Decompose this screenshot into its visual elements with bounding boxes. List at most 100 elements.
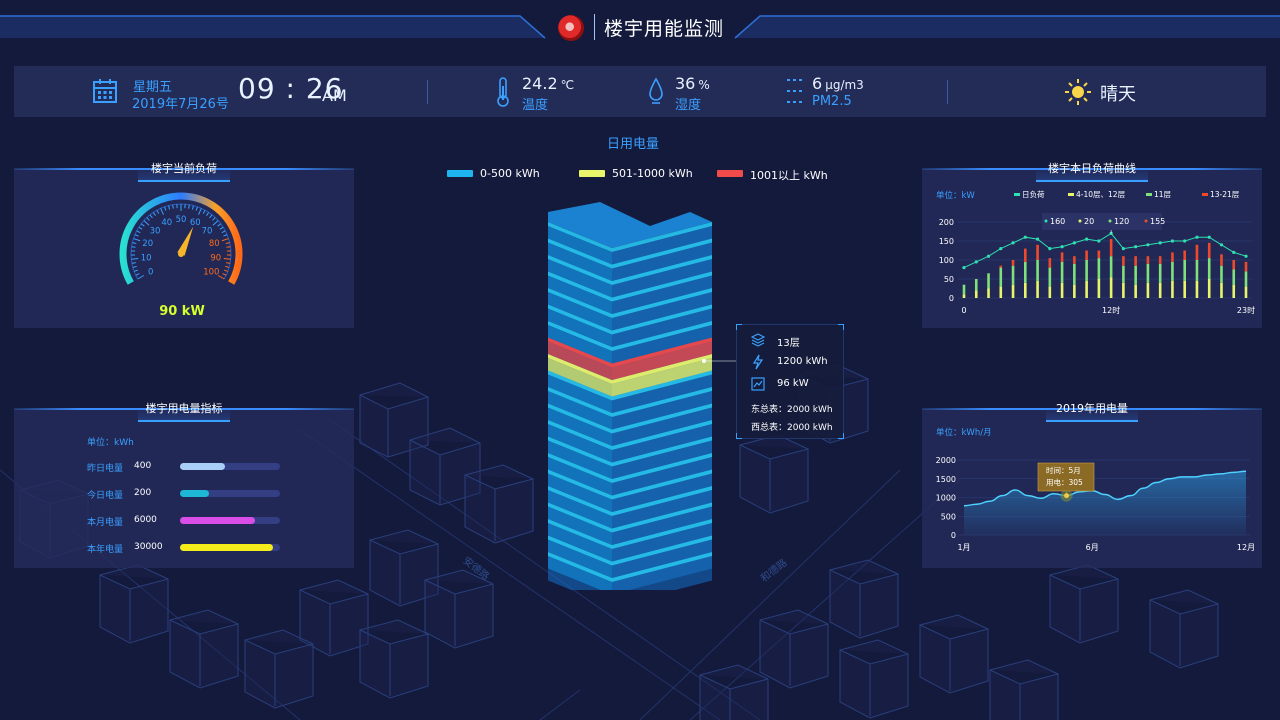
annual-y-tick: 1000 bbox=[936, 494, 956, 503]
daily-curve-unit: 单位：kW bbox=[936, 190, 975, 201]
daily-load-point bbox=[1085, 237, 1089, 241]
daily-bar-segment bbox=[1073, 284, 1076, 298]
indicator-value: 200 bbox=[134, 488, 152, 498]
daily-bar-segment bbox=[1011, 260, 1015, 266]
daily-bar-segment bbox=[1158, 282, 1162, 298]
gauge-tick bbox=[168, 205, 171, 210]
indicator-value: 400 bbox=[134, 461, 152, 471]
temperature-label: 温度 bbox=[522, 98, 549, 113]
annual-y-tick: 1500 bbox=[936, 475, 956, 484]
annual-usage-title: 2019年用电量 bbox=[1056, 402, 1128, 415]
daily-bar-segment bbox=[987, 288, 990, 298]
gauge-tick bbox=[209, 214, 213, 219]
annual-x-tick: 1月 bbox=[957, 543, 970, 552]
annual-x-tick: 6月 bbox=[1086, 543, 1099, 552]
indicator-bar-track bbox=[180, 463, 280, 470]
daily-bar-segment bbox=[1146, 256, 1150, 264]
gauge-tick-label: 100 bbox=[203, 268, 219, 278]
daily-tooltip-value: 20 bbox=[1084, 217, 1094, 226]
gauge-tick bbox=[160, 208, 164, 215]
daily-bar-segment bbox=[1024, 248, 1027, 262]
indicator-value: 6000 bbox=[134, 515, 157, 525]
pm25-icon bbox=[787, 79, 805, 103]
daily-y-tick: 0 bbox=[949, 294, 954, 303]
daily-load-point bbox=[1134, 245, 1138, 249]
temperature-number: 24.2 bbox=[522, 74, 558, 93]
brand-logo-icon bbox=[558, 15, 584, 41]
daily-bar-segment bbox=[962, 284, 966, 295]
tooltip-corner bbox=[736, 324, 742, 330]
pm25-label: PM2.5 bbox=[812, 94, 852, 109]
temperature-value: 24.2 ℃ bbox=[522, 74, 574, 93]
gauge-tick bbox=[172, 204, 174, 209]
header-divider bbox=[594, 14, 595, 40]
daily-load-point bbox=[1121, 247, 1125, 251]
daily-load-point bbox=[1207, 235, 1211, 239]
daily-y-tick: 200 bbox=[939, 218, 954, 227]
daily-bar-segment bbox=[987, 273, 990, 289]
daily-bar-segment bbox=[1122, 256, 1125, 266]
daily-load-point bbox=[1146, 243, 1150, 247]
gauge-tick bbox=[132, 265, 137, 268]
daily-bar-segment bbox=[974, 290, 978, 298]
gauge-tick bbox=[134, 234, 139, 237]
legend-swatch bbox=[447, 170, 473, 177]
gauge-tick bbox=[195, 206, 198, 211]
daily-bar-segment bbox=[1122, 282, 1125, 298]
daily-bar-segment bbox=[999, 267, 1003, 287]
calendar-icon bbox=[93, 79, 117, 103]
daily-legend-label: 日负荷 bbox=[1022, 189, 1045, 199]
tooltip-corner bbox=[838, 324, 844, 330]
daily-bar-segment bbox=[1183, 260, 1186, 281]
daily-load-point bbox=[1183, 239, 1187, 243]
gauge-tick bbox=[137, 275, 145, 280]
gauge-needle bbox=[177, 226, 194, 256]
gauge-tick bbox=[217, 223, 222, 227]
gauge-tick-label: 70 bbox=[202, 227, 213, 237]
humidity-value: 36% bbox=[675, 74, 710, 93]
gauge-tick bbox=[149, 214, 153, 219]
annual-y-tick: 500 bbox=[941, 512, 956, 521]
gauge-tick bbox=[223, 269, 229, 272]
tooltip-west-meter: 西总表：2000 kWh bbox=[751, 423, 833, 433]
daily-legend-label: 11层 bbox=[1154, 190, 1172, 199]
daily-bar-segment bbox=[1195, 244, 1199, 260]
date-label: 2019年7月26号 bbox=[132, 97, 229, 112]
indicators-title: 楼宇用电量指标 bbox=[145, 402, 223, 415]
daily-tooltip-dot bbox=[1078, 219, 1082, 223]
gauge-tick-label: 20 bbox=[142, 239, 153, 249]
gauge-tick bbox=[131, 246, 136, 248]
clock-ampm: AM bbox=[322, 86, 347, 105]
gauge-tick-label: 10 bbox=[141, 254, 152, 264]
indicator-bar-fill bbox=[180, 544, 273, 551]
indicator-bar-track bbox=[180, 490, 280, 497]
tooltip-leader-line bbox=[702, 359, 736, 363]
daily-bar-segment bbox=[1171, 261, 1174, 281]
gauge-tick bbox=[212, 220, 219, 226]
daily-bar-segment bbox=[1171, 280, 1174, 298]
daily-bar-segment bbox=[1195, 280, 1199, 298]
indicator-value: 30000 bbox=[134, 542, 163, 552]
gauge-tick bbox=[133, 269, 139, 272]
daily-bar-segment bbox=[1232, 284, 1236, 298]
annual-y-tick: 2000 bbox=[936, 456, 956, 465]
gauge-tick bbox=[212, 217, 216, 221]
daily-bar-segment bbox=[1048, 267, 1052, 287]
daily-bar-segment bbox=[1183, 250, 1186, 260]
gauge-tick bbox=[219, 226, 224, 230]
gauge-tick-label: 0 bbox=[148, 268, 153, 278]
annual-area-fill bbox=[964, 471, 1246, 535]
gauge-tick-label: 40 bbox=[161, 218, 172, 228]
info-divider bbox=[427, 80, 428, 104]
tooltip-east-meter: 东总表：2000 kWh bbox=[751, 405, 833, 415]
temperature-unit: ℃ bbox=[560, 78, 575, 92]
daily-tooltip-dot bbox=[1144, 219, 1148, 223]
gauge-tick bbox=[221, 238, 229, 242]
gauge-tick bbox=[138, 226, 143, 230]
daily-bar-segment bbox=[1244, 271, 1248, 287]
gauge-tick bbox=[223, 257, 231, 260]
gauge-tick bbox=[146, 217, 150, 221]
daily-bar-segment bbox=[1220, 282, 1223, 298]
daily-bar-segment bbox=[1048, 258, 1052, 268]
daily-bar-segment bbox=[1146, 263, 1150, 283]
